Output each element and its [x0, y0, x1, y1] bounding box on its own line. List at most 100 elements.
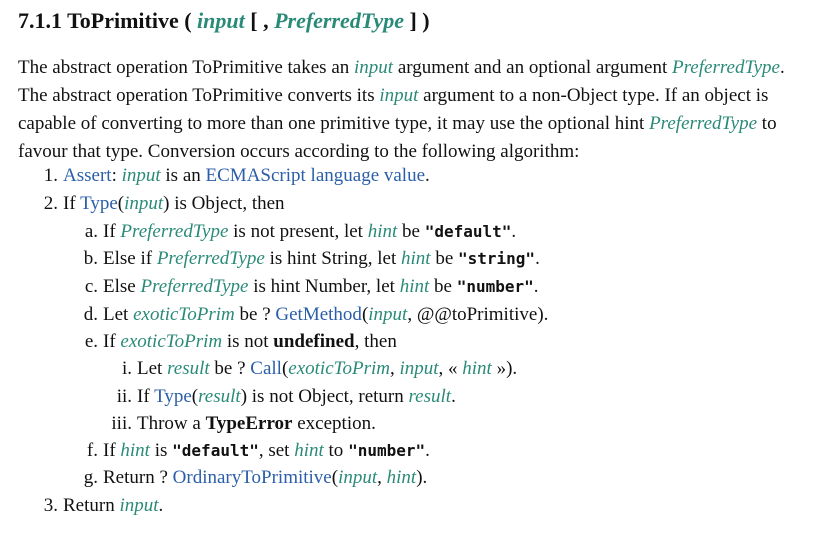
algorithm-step: f. If hint is "default", set hint to "num… — [18, 437, 430, 464]
text: . — [451, 386, 456, 407]
variable: input — [338, 467, 378, 488]
algorithm-step: c. Else PreferredType is hint Number, let… — [18, 273, 539, 300]
text: The abstract operation ToPrimitive takes… — [18, 57, 354, 78]
text: Throw a — [137, 413, 206, 434]
link-ordinarytoprimitive[interactable]: OrdinaryToPrimitive — [173, 467, 332, 488]
variable: PreferredType — [672, 57, 780, 78]
text: argument and an optional argument — [393, 57, 673, 78]
text: . — [511, 221, 517, 242]
algorithm-step: i. Let result be ? Call(exoticToPrim, inp… — [18, 355, 517, 382]
bold-term: undefined — [273, 331, 355, 352]
text: If — [103, 440, 121, 461]
text: is hint String, let — [264, 248, 401, 269]
variable: result — [408, 386, 452, 407]
text: ) is Object, then — [163, 193, 285, 214]
text: , then — [354, 331, 397, 352]
code-literal: "string" — [458, 249, 536, 268]
text: . — [425, 165, 430, 186]
text: Else — [103, 276, 141, 297]
variable: input — [399, 358, 439, 379]
algorithm-step: 3. Return input. — [18, 492, 164, 519]
code-literal: "number" — [348, 441, 426, 460]
variable: PreferredType — [140, 276, 249, 297]
variable: input — [121, 165, 161, 186]
text: , « — [438, 358, 463, 379]
text: If — [137, 386, 155, 407]
step-number: 1. — [43, 165, 58, 186]
text: 7.1.1 ToPrimitive ( — [18, 8, 198, 33]
variable: PreferredType — [649, 113, 758, 134]
text: be — [429, 276, 457, 297]
text: to — [323, 440, 349, 461]
step-number: c. — [84, 276, 98, 297]
variable: hint — [367, 221, 398, 242]
link-assert[interactable]: Assert — [63, 165, 112, 186]
variable: exoticToPrim — [120, 331, 223, 352]
algorithm-step: e. If exoticToPrim is not undefined, then — [18, 328, 397, 355]
text: If — [103, 331, 121, 352]
variable: PreferredType — [156, 248, 265, 269]
variable: exoticToPrim — [288, 358, 390, 379]
step-number: g. — [83, 467, 98, 488]
algorithm-step: b. Else if PreferredType is hint String, … — [18, 245, 540, 272]
variable: hint — [386, 467, 417, 488]
text: be — [397, 221, 425, 242]
variable: hint — [401, 248, 431, 269]
link-type[interactable]: Type — [154, 386, 192, 407]
text: . — [158, 495, 164, 516]
text: ] ) — [403, 8, 430, 33]
text: If — [103, 221, 121, 242]
text: , @@toPrimitive). — [407, 304, 549, 325]
text: [ , — [244, 8, 275, 33]
variable: hint — [399, 276, 430, 297]
variable: PreferredType — [274, 8, 404, 33]
text: , — [377, 467, 387, 488]
text: is hint Number, let — [248, 276, 400, 297]
text: ). — [416, 467, 428, 488]
text: If — [63, 193, 81, 214]
step-number: e. — [84, 331, 98, 352]
text: . — [425, 440, 430, 461]
text: . — [533, 276, 539, 297]
text: »). — [491, 358, 518, 379]
algorithm-step: iii. Throw a TypeError exception. — [18, 410, 376, 437]
step-number: ii. — [116, 386, 132, 407]
variable: hint — [462, 358, 492, 379]
link-ecmascript-language-value[interactable]: ECMAScript language value — [206, 165, 426, 186]
variable: exoticToPrim — [133, 304, 235, 325]
text: . — [535, 248, 540, 269]
text: Let — [137, 358, 168, 379]
step-number: f. — [86, 440, 98, 461]
step-number: i. — [121, 358, 132, 379]
link-getmethod[interactable]: GetMethod — [275, 304, 362, 325]
step-number: iii. — [111, 413, 132, 434]
variable: PreferredType — [120, 221, 229, 242]
text: be ? — [209, 358, 251, 379]
algorithm-step: 2. If Type(input) is Object, then — [18, 190, 285, 217]
bold-term: TypeError — [205, 413, 293, 434]
variable: input — [124, 193, 164, 214]
step-number: 3. — [43, 495, 58, 516]
variable: result — [198, 386, 241, 407]
link-call[interactable]: Call — [250, 358, 282, 379]
text: ) is not Object, return — [240, 386, 409, 407]
text: Return ? — [103, 467, 173, 488]
intro-paragraph: The abstract operation ToPrimitive takes… — [18, 54, 818, 166]
text: exception. — [292, 413, 376, 434]
text: Return — [63, 495, 120, 516]
variable: input — [368, 304, 408, 325]
link-type[interactable]: Type — [80, 193, 118, 214]
algorithm-step: 1. Assert: input is an ECMAScript languag… — [18, 162, 430, 189]
variable: input — [379, 85, 419, 106]
text: Let — [103, 304, 134, 325]
variable: result — [167, 358, 210, 379]
section-heading: 7.1.1 ToPrimitive ( input [ , PreferredT… — [18, 8, 430, 34]
text: Else if — [103, 248, 157, 269]
variable: input — [119, 495, 159, 516]
algorithm-step: a. If PreferredType is not present, let h… — [18, 218, 516, 245]
algorithm-step: ii. If Type(result) is not Object, return… — [18, 383, 456, 410]
code-literal: "default" — [424, 222, 512, 241]
text: is not present, let — [228, 221, 368, 242]
variable: input — [197, 8, 245, 33]
step-number: a. — [84, 221, 98, 242]
